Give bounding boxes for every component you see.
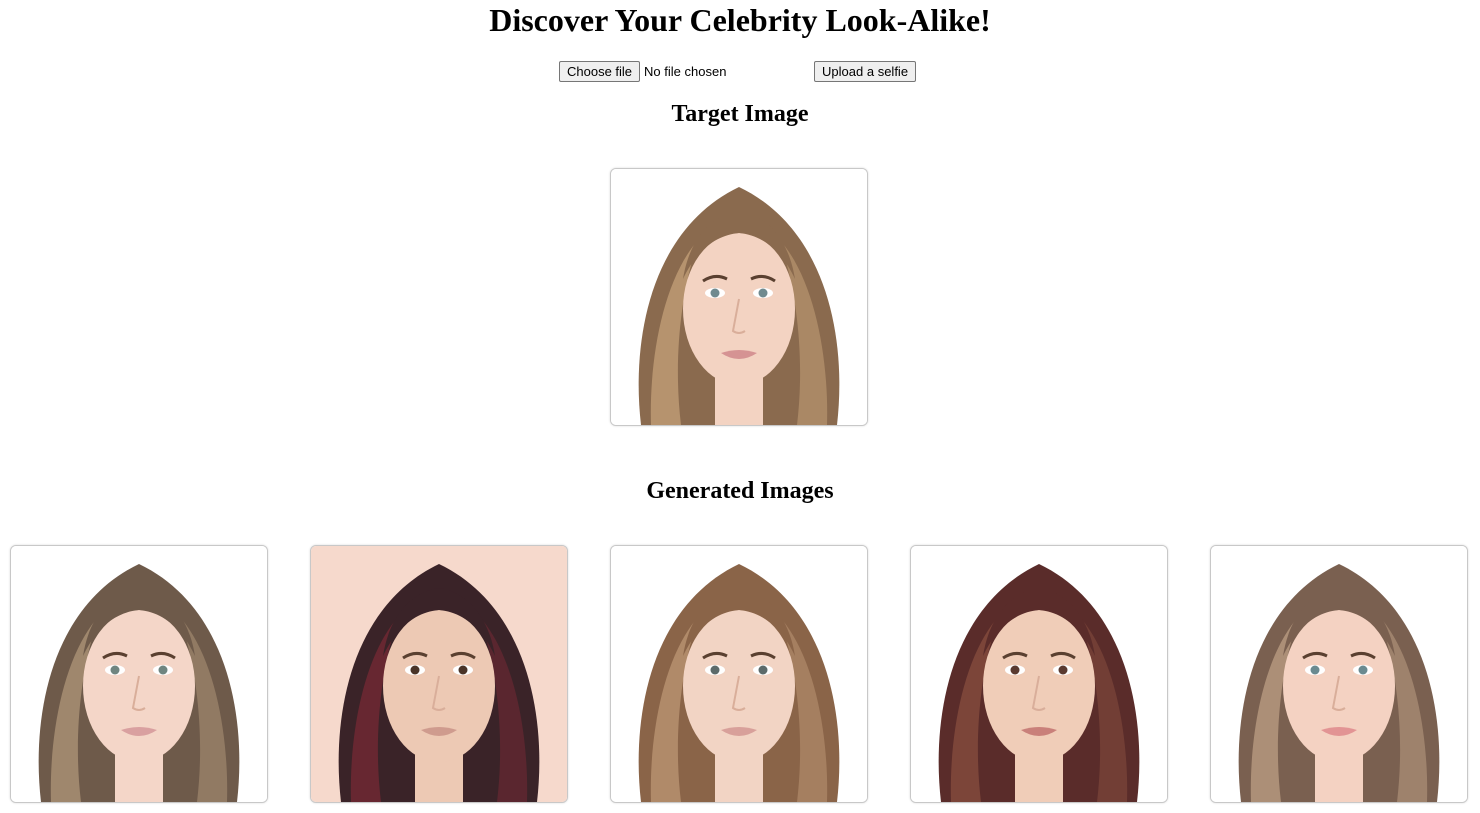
generated-image: [310, 545, 568, 803]
file-status-text: No file chosen: [644, 63, 727, 79]
target-image: [610, 168, 868, 426]
choose-file-button[interactable]: Choose file: [559, 60, 641, 82]
generated-image: [10, 545, 268, 803]
target-image-heading: Target Image: [671, 101, 809, 127]
generated-images-heading: Generated Images: [646, 478, 834, 504]
generated-image: [610, 545, 868, 803]
upload-form: Choose file No file chosen Upload a self…: [559, 60, 917, 82]
page: Discover Your Celebrity Look-Alike! Choo…: [0, 0, 1480, 813]
generated-image: [1210, 545, 1468, 803]
upload-selfie-button[interactable]: Upload a selfie: [814, 60, 917, 82]
generated-image: [910, 545, 1168, 803]
page-title: Discover Your Celebrity Look-Alike!: [489, 2, 991, 38]
